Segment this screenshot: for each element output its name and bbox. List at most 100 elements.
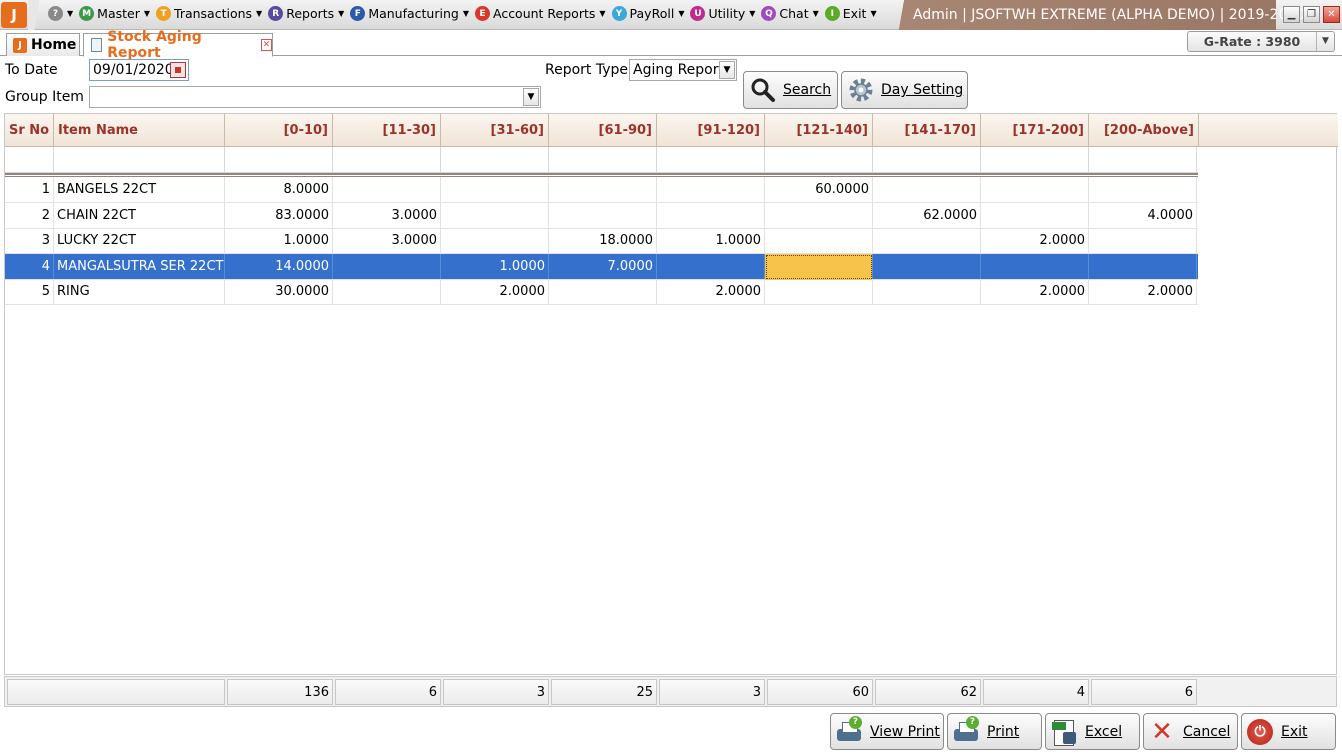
column-header[interactable]: [121-140] — [765, 114, 873, 147]
excel-button[interactable]: Excel — [1045, 713, 1140, 750]
table-cell[interactable]: 1.0000 — [441, 253, 549, 280]
table-cell[interactable]: 14.0000 — [225, 253, 333, 280]
table-cell[interactable] — [981, 177, 1089, 203]
table-row[interactable]: 5 RING 30.0000 2.0000 2.0000 2.0000 2.0000 — [5, 279, 1198, 306]
table-cell[interactable]: 3 — [5, 228, 54, 255]
table-cell[interactable] — [765, 202, 873, 229]
table-cell[interactable]: 1.0000 — [657, 228, 765, 255]
table-row[interactable]: 2 CHAIN 22CT 83.0000 3.0000 62.0000 4.0000 — [5, 202, 1198, 229]
aging-report-grid[interactable]: Sr No Item Name [0-10] [11-30] [31-60] [61-90… — [4, 113, 1338, 675]
table-cell[interactable]: 2.0000 — [981, 228, 1089, 255]
table-cell[interactable] — [873, 253, 981, 280]
table-cell[interactable]: 2.0000 — [981, 279, 1089, 306]
exit-button[interactable]: ⏻ Exit — [1241, 713, 1336, 750]
menu-master[interactable]: M Master ▼ — [79, 6, 150, 21]
filter-cell[interactable] — [1089, 147, 1197, 173]
table-cell[interactable] — [441, 177, 549, 203]
table-cell[interactable]: 18.0000 — [549, 228, 657, 255]
chevron-down-icon[interactable]: ▼ — [523, 88, 539, 106]
table-cell[interactable] — [765, 279, 873, 306]
table-cell[interactable]: 2.0000 — [657, 279, 765, 306]
menu-help[interactable]: ? ▼ — [48, 6, 73, 21]
table-row[interactable]: 4 MANGALSUTRA SER 22CT 14.0000 1.0000 7.0000 — [5, 253, 1198, 280]
filter-cell[interactable] — [549, 147, 657, 173]
table-row[interactable]: 1 BANGELS 22CT 8.0000 60.0000 — [5, 177, 1198, 203]
table-cell[interactable] — [333, 253, 441, 280]
table-cell[interactable] — [981, 202, 1089, 229]
column-header[interactable]: [200-Above] — [1089, 114, 1199, 147]
table-cell[interactable]: BANGELS 22CT — [54, 177, 225, 203]
table-cell[interactable]: 2.0000 — [1089, 279, 1197, 306]
table-cell[interactable] — [1089, 177, 1197, 203]
table-cell[interactable]: 3.0000 — [333, 228, 441, 255]
filter-cell[interactable] — [657, 147, 765, 173]
table-cell[interactable]: 83.0000 — [225, 202, 333, 229]
column-header[interactable]: [0-10] — [225, 114, 333, 147]
column-header[interactable]: [61-90] — [549, 114, 657, 147]
calendar-icon[interactable] — [170, 62, 186, 78]
table-cell[interactable]: 2.0000 — [441, 279, 549, 306]
menu-exit[interactable]: I Exit ▼ — [824, 6, 877, 21]
table-cell[interactable] — [549, 279, 657, 306]
table-cell[interactable] — [873, 177, 981, 203]
table-cell[interactable]: 5 — [5, 279, 54, 306]
restore-button[interactable]: ❐ — [1303, 6, 1320, 23]
table-cell[interactable]: 4 — [5, 253, 54, 280]
tab-home[interactable]: J Home — [6, 33, 80, 56]
table-cell[interactable] — [549, 202, 657, 229]
table-cell[interactable] — [333, 279, 441, 306]
filter-cell[interactable] — [54, 147, 225, 173]
filter-cell[interactable] — [441, 147, 549, 173]
close-tab-icon[interactable]: ✕ — [260, 39, 273, 51]
table-cell[interactable]: 2 — [5, 202, 54, 229]
table-cell[interactable] — [765, 228, 873, 255]
menu-payroll[interactable]: Y PayRoll ▼ — [611, 6, 684, 21]
table-cell[interactable] — [333, 177, 441, 203]
table-cell[interactable] — [549, 177, 657, 203]
table-cell[interactable] — [1089, 228, 1197, 255]
column-header[interactable]: [31-60] — [441, 114, 549, 147]
filter-cell[interactable] — [873, 147, 981, 173]
table-cell[interactable] — [873, 279, 981, 306]
table-cell[interactable] — [657, 202, 765, 229]
report-type-select[interactable]: Aging Report ▼ — [629, 59, 737, 81]
print-button[interactable]: ? Print — [947, 713, 1042, 750]
column-header[interactable]: [11-30] — [333, 114, 441, 147]
tab-stock-aging-report[interactable]: Stock Aging Report ✕ — [83, 29, 273, 61]
cancel-button[interactable]: ✕ Cancel — [1143, 713, 1238, 750]
table-cell[interactable]: 1 — [5, 177, 54, 203]
filter-cell[interactable] — [333, 147, 441, 173]
table-cell[interactable] — [981, 253, 1089, 280]
filter-cell[interactable] — [765, 147, 873, 173]
menu-transactions[interactable]: T Transactions ▼ — [156, 6, 262, 21]
table-cell[interactable]: 4.0000 — [1089, 202, 1197, 229]
table-cell[interactable]: 60.0000 — [765, 177, 873, 203]
minimize-button[interactable]: ▁ — [1283, 6, 1300, 23]
table-cell[interactable] — [765, 253, 873, 280]
close-window-button[interactable]: ✕ — [1323, 6, 1340, 23]
search-button[interactable]: Search — [743, 71, 838, 109]
g-rate-dropdown[interactable]: G-Rate : 3980 ▼ — [1187, 31, 1335, 52]
menu-chat[interactable]: Q Chat ▼ — [761, 6, 819, 21]
table-cell[interactable] — [441, 228, 549, 255]
column-header[interactable]: [171-200] — [981, 114, 1089, 147]
column-header[interactable]: Item Name — [54, 114, 225, 147]
filter-cell[interactable] — [225, 147, 333, 173]
table-cell[interactable] — [441, 202, 549, 229]
menu-utility[interactable]: U Utility ▼ — [690, 6, 755, 21]
chevron-down-icon[interactable]: ▼ — [1316, 32, 1334, 51]
view-print-button[interactable]: ? View Print — [830, 713, 944, 750]
menu-reports[interactable]: R Reports ▼ — [268, 6, 344, 21]
table-cell[interactable]: 1.0000 — [225, 228, 333, 255]
table-cell[interactable] — [657, 253, 765, 280]
table-row[interactable]: 3 LUCKY 22CT 1.0000 3.0000 18.0000 1.0000 2.00… — [5, 228, 1198, 255]
column-header[interactable]: [91-120] — [657, 114, 765, 147]
table-cell[interactable] — [657, 177, 765, 203]
menu-account-reports[interactable]: E Account Reports ▼ — [474, 6, 606, 21]
table-cell[interactable]: 7.0000 — [549, 253, 657, 280]
app-logo[interactable]: J — [1, 2, 27, 28]
day-setting-button[interactable]: Day Setting — [841, 71, 968, 109]
chevron-down-icon[interactable]: ▼ — [719, 61, 735, 79]
column-header[interactable]: Sr No — [5, 114, 54, 147]
table-cell[interactable]: 62.0000 — [873, 202, 981, 229]
